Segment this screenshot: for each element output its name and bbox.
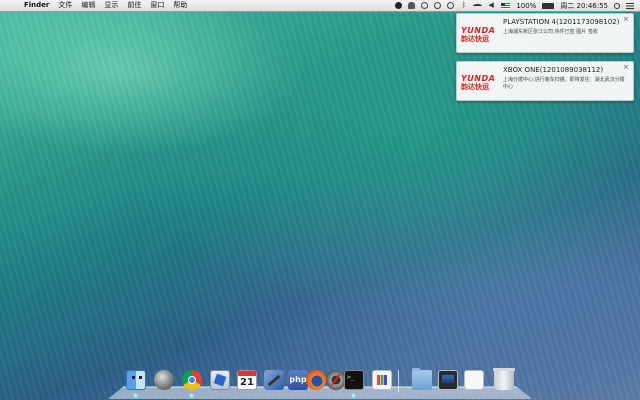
close-icon[interactable]: ×	[623, 16, 629, 23]
logo-text-chinese: 韵达快运	[461, 35, 499, 43]
xcode-icon[interactable]	[264, 370, 284, 390]
notification-body: 上海浦东新区张江公司:快件已签 图片 签收	[503, 29, 627, 36]
logo-text-latin: YUNDA	[461, 75, 499, 83]
launchpad-icon[interactable]	[154, 370, 174, 390]
dock: 21 php >_	[116, 364, 524, 398]
battery-icon[interactable]	[542, 3, 554, 9]
running-indicator	[134, 394, 137, 397]
menu-bar: Finder 文件 编辑 显示 前往 窗口 帮助 ᛒ ◀ 100% 周二 20:…	[0, 0, 640, 12]
yunda-logo: YUNDA 韵达快运	[461, 27, 499, 43]
trash-icon[interactable]	[494, 370, 514, 390]
terminal-prompt: >_	[347, 374, 354, 381]
notification-banner[interactable]: YUNDA 韵达快运 PLAYSTATION 4(1201173098102) …	[456, 13, 634, 53]
sync-icon[interactable]	[421, 2, 428, 9]
wifi-icon[interactable]	[473, 4, 482, 8]
yunda-logo: YUNDA 韵达快运	[461, 75, 499, 91]
notification-title: PLAYSTATION 4(1201173098102)	[503, 18, 619, 26]
app-menu-finder[interactable]: Finder	[24, 0, 49, 11]
ichat-icon[interactable]	[326, 370, 346, 390]
time-machine-icon[interactable]	[447, 2, 454, 9]
document-icon[interactable]	[464, 370, 484, 390]
notification-title: XBOX ONE(1201089038112)	[503, 66, 603, 74]
menu-go[interactable]: 前往	[127, 0, 141, 11]
running-indicator	[190, 394, 193, 397]
status-area: ᛒ ◀ 100% 周二 20:46:55	[395, 0, 634, 11]
firefox-icon[interactable]	[306, 370, 326, 390]
close-icon[interactable]: ×	[623, 64, 629, 71]
notification-bell-icon[interactable]	[408, 2, 415, 9]
php-label: php	[288, 375, 308, 384]
menu-view[interactable]: 显示	[104, 0, 118, 11]
dock-separator	[398, 370, 399, 392]
bluetooth-icon[interactable]: ᛒ	[460, 2, 467, 9]
running-indicator	[352, 394, 355, 397]
spotlight-search-icon[interactable]	[614, 3, 620, 9]
menu-edit[interactable]: 编辑	[81, 0, 95, 11]
menu-help[interactable]: 帮助	[173, 0, 187, 11]
folder-icon[interactable]	[412, 370, 432, 390]
screenshot-icon[interactable]	[438, 370, 458, 390]
grid-app-icon[interactable]	[372, 370, 392, 390]
terminal-icon[interactable]: >_	[344, 370, 364, 390]
menu-file[interactable]: 文件	[58, 0, 72, 11]
record-icon[interactable]	[395, 2, 402, 9]
mail-icon[interactable]	[210, 370, 230, 390]
notification-body: 上海分拨中心:进行装车扫描，即将发往：湖北武汉分拨中心	[503, 77, 627, 91]
battery-percent[interactable]: 100%	[516, 2, 536, 10]
finder-icon[interactable]	[126, 370, 146, 390]
input-source-flag-icon[interactable]	[501, 3, 510, 9]
logo-text-chinese: 韵达快运	[461, 83, 499, 91]
calendar-day: 21	[238, 377, 256, 388]
notification-center-icon[interactable]	[626, 3, 634, 9]
volume-icon[interactable]: ◀	[488, 2, 495, 9]
chrome-icon[interactable]	[182, 370, 202, 390]
menubar-clock[interactable]: 周二 20:46:55	[560, 1, 608, 11]
wallpaper-texture	[0, 0, 640, 400]
logo-text-latin: YUNDA	[461, 27, 499, 35]
menu-window[interactable]: 窗口	[150, 0, 164, 11]
calendar-icon[interactable]: 21	[237, 370, 257, 390]
notification-banner[interactable]: YUNDA 韵达快运 XBOX ONE(1201089038112) 上海分拨中…	[456, 61, 634, 101]
php-icon[interactable]: php	[288, 370, 308, 390]
status-circle-icon[interactable]	[434, 2, 441, 9]
